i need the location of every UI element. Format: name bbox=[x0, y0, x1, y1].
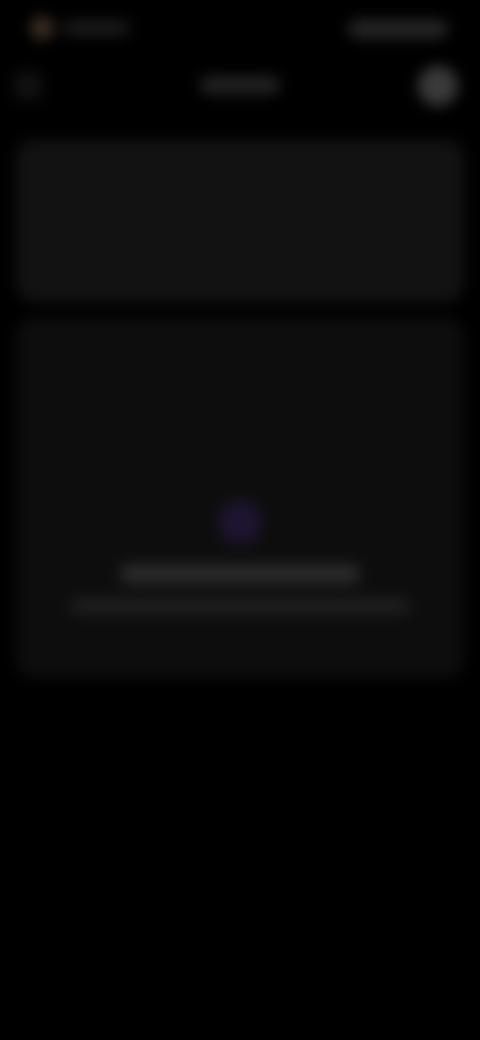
app-indicator-icon bbox=[30, 16, 54, 40]
empty-state-subtitle bbox=[70, 598, 410, 614]
status-bar-right bbox=[348, 20, 448, 38]
avatar-icon[interactable] bbox=[418, 66, 458, 106]
content-card bbox=[16, 318, 464, 678]
empty-state-icon bbox=[218, 500, 262, 544]
status-time bbox=[62, 20, 130, 36]
empty-state-title bbox=[120, 564, 360, 584]
status-bar-left bbox=[30, 16, 130, 40]
page-title bbox=[200, 76, 280, 94]
back-icon[interactable] bbox=[14, 72, 42, 100]
app-screen bbox=[0, 0, 480, 1040]
summary-card[interactable] bbox=[16, 140, 464, 302]
